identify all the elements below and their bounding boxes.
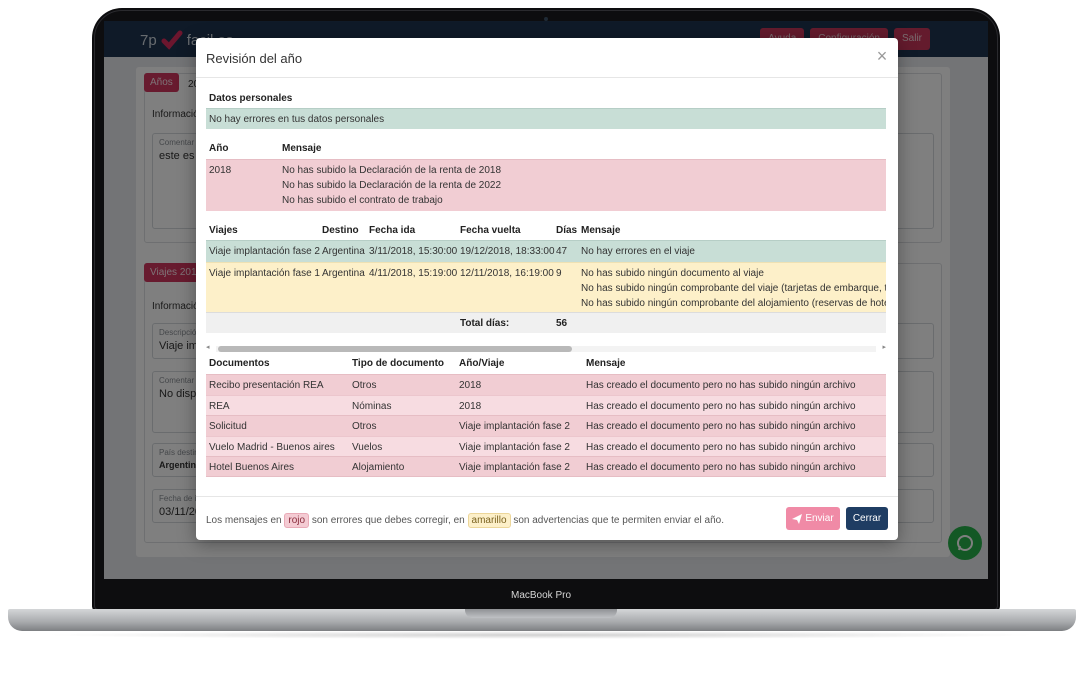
datos-row: No hay errores en tus datos personales xyxy=(206,108,886,129)
docs-table-header: Documentos Tipo de documento Año/Viaje M… xyxy=(206,358,886,372)
doc-2-msg: Has creado el documento pero no has subi… xyxy=(586,401,856,412)
viaje-2-message-3: No has subido ningún comprobante del alo… xyxy=(581,298,886,309)
doc-5-anio: Viaje implantación fase 2 xyxy=(459,462,570,473)
close-button[interactable]: Cerrar xyxy=(846,507,888,530)
anio-message-3: No has subido el contrato de trabajo xyxy=(282,195,443,206)
anio-message-2: No has subido la Declaración de la renta… xyxy=(282,180,502,191)
send-button[interactable]: Enviar xyxy=(786,507,840,530)
doc-4-name: Vuelo Madrid - Buenos aires xyxy=(209,442,335,453)
legend-part-2: son errores que debes corregir, en xyxy=(311,515,465,526)
fecha-ida-header: Fecha ida xyxy=(369,225,416,236)
doc-1-anio: 2018 xyxy=(459,380,482,391)
doc-row: Solicitud Otros Viaje implantación fase … xyxy=(206,415,886,436)
destino-header: Destino xyxy=(322,225,359,236)
fecha-vuelta-header: Fecha vuelta xyxy=(460,225,521,236)
anio-year: 2018 xyxy=(209,165,232,176)
anio-table-header: Año Mensaje xyxy=(206,143,886,157)
doc-5-tipo: Alojamiento xyxy=(352,462,405,473)
laptop-shadow xyxy=(40,631,1042,639)
viaje-2-message-2: No has subido ningún comprobante del via… xyxy=(581,283,886,294)
doc-5-name: Hotel Buenos Aires xyxy=(209,462,295,473)
legend-text: Los mensajes en rojo son errores que deb… xyxy=(206,513,724,528)
datos-message: No hay errores en tus datos personales xyxy=(209,114,385,125)
device-label: MacBook Pro xyxy=(510,590,572,601)
paper-plane-icon xyxy=(792,513,803,524)
close-label: Cerrar xyxy=(852,513,882,524)
laptop-notch xyxy=(465,609,617,618)
doc-5-msg: Has creado el documento pero no has subi… xyxy=(586,462,856,473)
doc-row: REA Nóminas 2018 Has creado el documento… xyxy=(206,395,886,415)
anio-header: Año xyxy=(209,143,229,154)
modal-title: Revisión del año xyxy=(206,51,303,66)
viaje-1-ida: 3/11/2018, 15:30:00 xyxy=(369,246,458,257)
viajes-header: Viajes xyxy=(209,225,238,236)
viaje-row-1: Viaje implantación fase 2 Argentina 3/11… xyxy=(206,240,886,262)
scroll-left-icon[interactable]: ◂ xyxy=(206,344,210,352)
total-label: Total días: xyxy=(460,318,510,329)
close-icon[interactable]: × xyxy=(874,47,890,65)
modal-footer: Los mensajes en rojo son errores que deb… xyxy=(196,496,898,540)
doc-2-name: REA xyxy=(209,401,230,412)
doc-3-msg: Has creado el documento pero no has subi… xyxy=(586,421,856,432)
viaje-2-ida: 4/11/2018, 15:19:00 xyxy=(369,268,458,279)
legend-part-3: son advertencias que te permiten enviar … xyxy=(513,515,724,526)
documentos-header: Documentos xyxy=(209,358,270,369)
doc-4-anio: Viaje implantación fase 2 xyxy=(459,442,570,453)
viaje-row-2: Viaje implantación fase 1 Argentina 4/11… xyxy=(206,262,886,312)
viajes-total-row: Total días: 56 xyxy=(206,312,886,333)
viaje-2-dias: 9 xyxy=(556,268,562,279)
datos-title: Datos personales xyxy=(209,93,293,104)
total-value: 56 xyxy=(556,318,568,329)
viaje-2-name: Viaje implantación fase 1 xyxy=(209,268,320,279)
review-modal: Revisión del año × Datos personales No h… xyxy=(196,38,898,540)
legend-part-1: Los mensajes en xyxy=(206,515,282,526)
viaje-mensaje-header: Mensaje xyxy=(581,225,621,236)
mensaje-header: Mensaje xyxy=(282,143,322,154)
doc-mensaje-header: Mensaje xyxy=(586,358,626,369)
doc-4-tipo: Vuelos xyxy=(352,442,383,453)
send-label: Enviar xyxy=(805,513,834,524)
doc-4-msg: Has creado el documento pero no has subi… xyxy=(586,442,856,453)
legend-red-chip: rojo xyxy=(284,513,310,528)
anio-message-1: No has subido la Declaración de la renta… xyxy=(282,165,502,176)
legend-yellow-chip: amarillo xyxy=(467,513,511,528)
viaje-2-destino: Argentina xyxy=(322,268,365,279)
doc-1-tipo: Otros xyxy=(352,380,377,391)
doc-2-tipo: Nóminas xyxy=(352,401,392,412)
doc-row: Recibo presentación REA Otros 2018 Has c… xyxy=(206,374,886,395)
anio-row: 2018 No has subido la Declaración de la … xyxy=(206,159,886,211)
doc-2-anio: 2018 xyxy=(459,401,482,412)
viaje-1-dias: 47 xyxy=(556,246,568,257)
viaje-1-message: No hay errores en el viaje xyxy=(581,246,695,257)
scroll-thumb[interactable] xyxy=(218,346,572,352)
tipo-header: Tipo de documento xyxy=(352,358,445,369)
viajes-scrollbar[interactable]: ◂ ▸ xyxy=(206,344,886,352)
scroll-right-icon[interactable]: ▸ xyxy=(882,344,886,352)
anio-viaje-header: Año/Viaje xyxy=(459,358,505,369)
viaje-1-destino: Argentina xyxy=(322,246,365,257)
doc-1-msg: Has creado el documento pero no has subi… xyxy=(586,380,856,391)
viaje-1-name: Viaje implantación fase 2 xyxy=(209,246,320,257)
doc-3-tipo: Otros xyxy=(352,421,377,432)
doc-row: Hotel Buenos Aires Alojamiento Viaje imp… xyxy=(206,456,886,477)
doc-3-anio: Viaje implantación fase 2 xyxy=(459,421,570,432)
modal-header: Revisión del año × xyxy=(196,38,898,78)
doc-3-name: Solicitud xyxy=(209,421,247,432)
viajes-table-header: Viajes Destino Fecha ida Fecha vuelta Dí… xyxy=(206,225,886,239)
viaje-2-vuelta: 12/11/2018, 16:19:00 xyxy=(460,268,554,279)
doc-1-name: Recibo presentación REA xyxy=(209,380,324,391)
viaje-1-vuelta: 19/12/2018, 18:33:00 xyxy=(460,246,555,257)
dias-header: Días xyxy=(556,225,578,236)
screen: 7p facil.es Ayuda Configuración Salir Añ… xyxy=(104,21,988,579)
viaje-2-message-1: No has subido ningún documento al viaje xyxy=(581,268,764,279)
doc-row: Vuelo Madrid - Buenos aires Vuelos Viaje… xyxy=(206,436,886,456)
